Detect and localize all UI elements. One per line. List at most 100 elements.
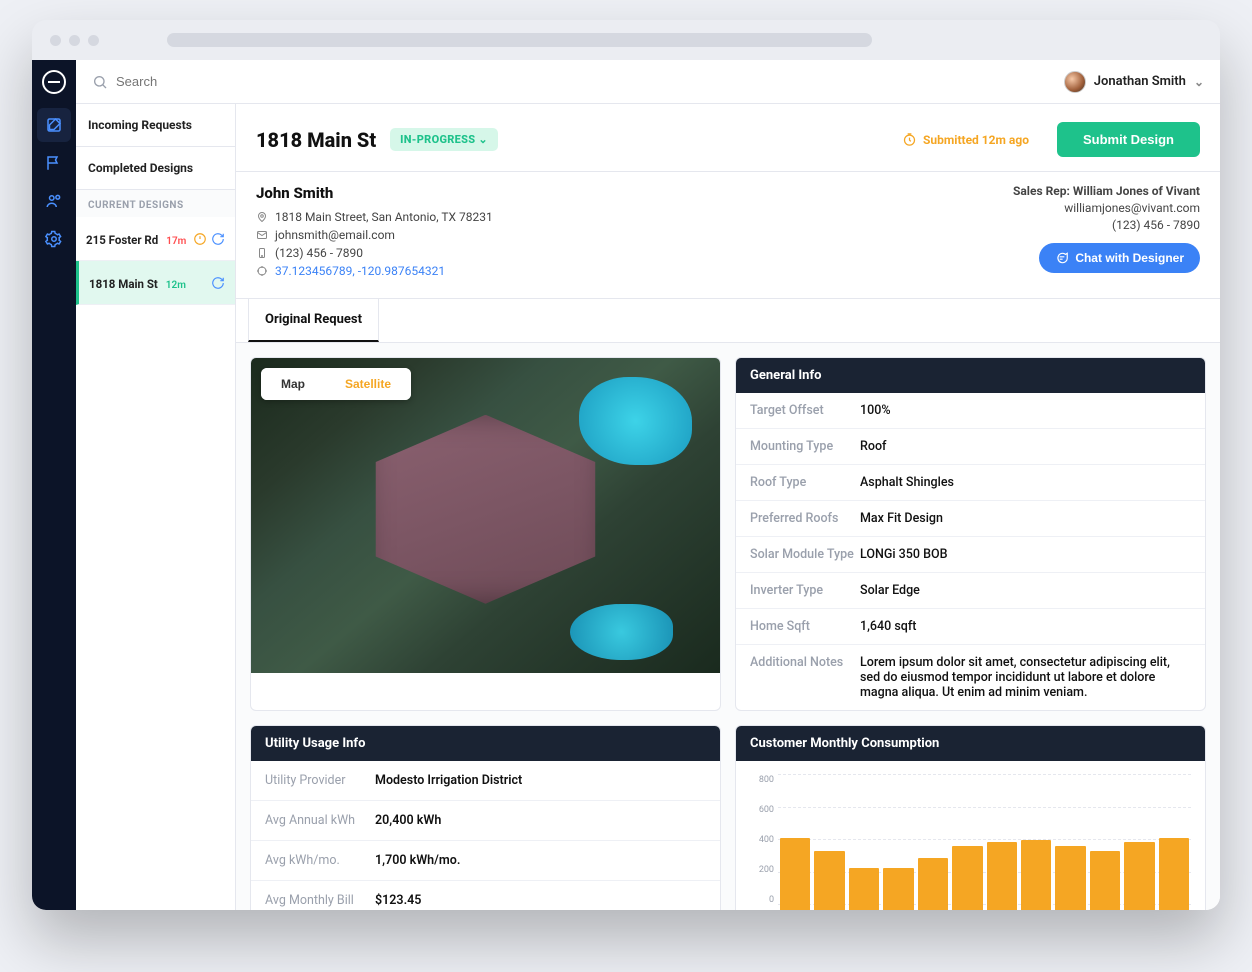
satellite-image[interactable]: Map Satellite xyxy=(251,358,720,673)
consumption-chart: 8006004002000 JanFebMarAprMayJunJulAugSe… xyxy=(736,761,1205,910)
satellite-view-button[interactable]: Satellite xyxy=(325,368,411,400)
info-value: Asphalt Shingles xyxy=(860,475,954,490)
window-dot xyxy=(69,35,80,46)
info-value: Solar Edge xyxy=(860,583,920,598)
user-menu[interactable]: Jonathan Smith ⌄ xyxy=(1064,71,1204,93)
status-text: IN-PROGRESS xyxy=(400,133,475,146)
info-value: Roof xyxy=(860,439,886,454)
design-title: 1818 Main St xyxy=(89,277,158,291)
util-row: Avg kWh/mo.1,700 kWh/mo. xyxy=(251,841,720,881)
design-item-foster[interactable]: 215 Foster Rd 17m xyxy=(76,217,235,261)
customer-header: John Smith 1818 Main Street, San Antonio… xyxy=(236,172,1220,299)
chart-bar xyxy=(1055,846,1085,910)
util-label: Utility Provider xyxy=(265,773,375,788)
util-row: Avg Monthly Bill$123.45 xyxy=(251,881,720,910)
panel-header: Utility Usage Info xyxy=(251,726,720,761)
info-value: 1,640 sqft xyxy=(860,619,916,634)
submit-design-button[interactable]: Submit Design xyxy=(1057,122,1200,157)
rep-label: Sales Rep: William Jones of Vivant xyxy=(1013,184,1200,198)
content-area: 1818 Main St IN-PROGRESS ⌄ Submitted 12m… xyxy=(236,104,1220,910)
submitted-time: Submitted 12m ago xyxy=(902,132,1029,147)
pin-icon xyxy=(256,211,268,223)
y-tick: 400 xyxy=(750,835,774,845)
customer-email: johnsmith@email.com xyxy=(275,228,395,242)
chart-bar xyxy=(1021,840,1051,910)
tab-original-request[interactable]: Original Request xyxy=(248,299,379,342)
chart-bar xyxy=(1159,838,1189,910)
nav-settings[interactable] xyxy=(37,222,71,256)
user-name: Jonathan Smith xyxy=(1094,74,1186,89)
chart-bar xyxy=(849,868,879,911)
page-title: 1818 Main St xyxy=(256,128,376,152)
edit-icon xyxy=(45,116,63,134)
chart-bar xyxy=(780,838,810,910)
app-root: Jonathan Smith ⌄ Incoming Requests Compl… xyxy=(32,60,1220,910)
util-value: 20,400 kWh xyxy=(375,813,441,828)
customer-coords[interactable]: 37.123456789, -120.987654321 xyxy=(275,264,445,278)
pool-shape xyxy=(579,377,692,465)
target-icon xyxy=(256,265,268,277)
chart-bar xyxy=(987,842,1017,911)
info-label: Solar Module Type xyxy=(750,547,860,562)
warning-icon xyxy=(193,232,207,246)
info-label: Roof Type xyxy=(750,475,860,490)
window-dot xyxy=(88,35,99,46)
chat-icon xyxy=(1055,251,1069,265)
chart-bar xyxy=(883,868,913,911)
y-tick: 600 xyxy=(750,805,774,815)
avatar xyxy=(1064,71,1086,93)
status-badge: IN-PROGRESS ⌄ xyxy=(390,128,498,151)
util-value: Modesto Irrigation District xyxy=(375,773,522,788)
chevron-down-icon: ⌄ xyxy=(478,133,488,146)
y-tick: 0 xyxy=(750,895,774,905)
url-bar xyxy=(167,33,872,47)
consumption-panel: Customer Monthly Consumption 800 600 400 20… xyxy=(735,725,1206,910)
panel-header: Customer Monthly Consumption xyxy=(736,726,1205,761)
y-tick: 200 xyxy=(750,865,774,875)
chart-bar xyxy=(1090,851,1120,910)
info-row: Solar Module TypeLONGi 350 BOB xyxy=(736,537,1205,573)
info-label: Home Sqft xyxy=(750,619,860,634)
y-tick: 800 xyxy=(750,775,774,785)
customer-phone: (123) 456 - 7890 xyxy=(275,246,363,260)
customer-address: 1818 Main Street, San Antonio, TX 78231 xyxy=(275,210,493,224)
design-age: 12m xyxy=(166,280,186,291)
info-value: Max Fit Design xyxy=(860,511,943,526)
chart-bar xyxy=(1124,842,1154,911)
search-input[interactable] xyxy=(116,74,416,89)
chat-with-designer-button[interactable]: Chat with Designer xyxy=(1039,243,1200,273)
design-item-main[interactable]: 1818 Main St 12m xyxy=(76,261,235,305)
pool-shape xyxy=(570,604,673,661)
rep-email: williamjones@vivant.com xyxy=(1013,201,1200,215)
flag-icon xyxy=(45,154,63,172)
chart-bar xyxy=(918,858,948,910)
util-row: Avg Annual kWh20,400 kWh xyxy=(251,801,720,841)
general-info-panel: General Info Target Offset100%Mounting T… xyxy=(735,357,1206,711)
nav-compose[interactable] xyxy=(37,108,71,142)
chat-btn-label: Chat with Designer xyxy=(1075,251,1184,265)
nav-users[interactable] xyxy=(37,184,71,218)
chart-bar xyxy=(814,851,844,910)
map-view-button[interactable]: Map xyxy=(261,368,325,400)
sync-icon xyxy=(211,276,225,290)
design-title: 215 Foster Rd xyxy=(86,233,158,247)
mail-icon xyxy=(256,229,268,241)
info-label: Additional Notes xyxy=(750,655,860,670)
sidebar-incoming[interactable]: Incoming Requests xyxy=(76,104,235,147)
search-icon xyxy=(92,74,108,90)
util-label: Avg Monthly Bill xyxy=(265,893,375,908)
sidebar-completed[interactable]: Completed Designs xyxy=(76,147,235,190)
nav-flag[interactable] xyxy=(37,146,71,180)
sync-icon xyxy=(211,232,225,246)
roof-shape xyxy=(364,415,608,604)
panel-header: General Info xyxy=(736,358,1205,393)
rep-phone: (123) 456 - 7890 xyxy=(1013,218,1200,232)
chevron-down-icon: ⌄ xyxy=(1194,75,1204,89)
phone-icon xyxy=(256,247,268,259)
browser-top-bar xyxy=(32,20,1220,60)
util-label: Avg kWh/mo. xyxy=(265,853,375,868)
info-label: Inverter Type xyxy=(750,583,860,598)
info-row: Preferred RoofsMax Fit Design xyxy=(736,501,1205,537)
users-icon xyxy=(45,192,63,210)
info-row: Target Offset100% xyxy=(736,393,1205,429)
